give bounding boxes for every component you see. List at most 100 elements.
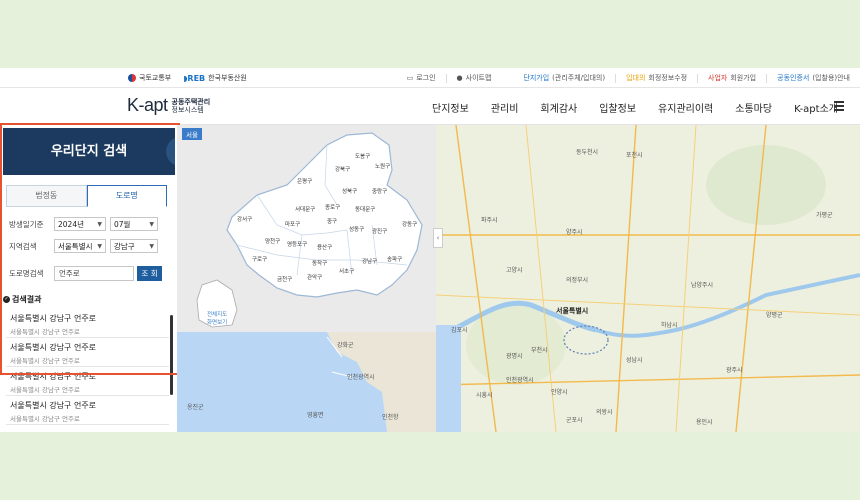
district-label[interactable]: 서초구 bbox=[339, 267, 354, 275]
nav-item[interactable]: 관리비 bbox=[491, 100, 519, 115]
mini-label2: 화면보기 bbox=[207, 320, 228, 326]
results-title: 검색결과 bbox=[12, 295, 42, 304]
region-row: 지역검색 서울특별시 ▼ 강남구 ▼ bbox=[9, 239, 162, 253]
resident-note: 회정정보수정 bbox=[648, 74, 688, 82]
list-item[interactable]: 서울특별시 강남구 언주로 서울특별시 강남구 언주로 bbox=[6, 396, 169, 425]
brand-sub: 공동주택관리 정보시스템 bbox=[172, 98, 211, 114]
collapse-panel-button[interactable]: ‹ bbox=[433, 228, 443, 248]
region-map[interactable]: 동두천시 포천시 파주시 양주시 의정부시 고양시 남양주시 김포시 서울특별시 하남시 인천광역시… bbox=[436, 125, 860, 432]
nav-item[interactable]: 유지관리이력 bbox=[658, 100, 713, 115]
reb-logo[interactable]: ◗REB 한국부동산원 bbox=[183, 73, 247, 83]
business-link[interactable]: 사업자 회원가입 bbox=[708, 73, 756, 83]
district-label[interactable]: 용산구 bbox=[317, 243, 332, 251]
month-select[interactable]: 07월 ▼ bbox=[110, 217, 158, 231]
sea-place-label: 옹진군 bbox=[187, 404, 204, 411]
district-label[interactable]: 동대문구 bbox=[355, 205, 375, 213]
login-link[interactable]: ▭ 로그인 bbox=[407, 73, 436, 83]
map-place-label: 광명시 bbox=[506, 353, 523, 360]
map-place-label: 시흥시 bbox=[476, 392, 493, 399]
city-select[interactable]: 서울특별시 ▼ bbox=[54, 239, 106, 253]
district-label[interactable]: 종로구 bbox=[325, 203, 340, 211]
brand-logo[interactable]: K-apt 공동주택관리 정보시스템 bbox=[127, 95, 210, 116]
nav-item[interactable]: 소통마당 bbox=[735, 100, 772, 115]
sea-place-label: 영흥면 bbox=[307, 412, 324, 419]
district-label[interactable]: 마포구 bbox=[285, 220, 300, 228]
business-note: 회원가입 bbox=[730, 74, 757, 82]
list-item[interactable]: 서울특별시 강남구 언주로 서울특별시 강남구 언주로 bbox=[6, 367, 169, 396]
chevron-down-icon: ▼ bbox=[149, 220, 154, 228]
district-label[interactable]: 영등포구 bbox=[287, 240, 307, 248]
cert-link[interactable]: 공동인증서 (입찰용)안내 bbox=[777, 73, 850, 83]
map-place-label: 남양주시 bbox=[691, 282, 714, 289]
district-select[interactable]: 강남구 ▼ bbox=[110, 239, 158, 253]
list-item[interactable]: 서울특별시 강남구 언주로 서울특별시 강남구 언주로 bbox=[6, 338, 169, 367]
district-label[interactable]: 노원구 bbox=[375, 162, 390, 170]
result-address: 서울특별시 강남구 언주로 bbox=[10, 343, 97, 352]
search-button[interactable]: 조 회 bbox=[137, 266, 162, 281]
district-label[interactable]: 구로구 bbox=[252, 255, 267, 263]
search-tabs: 법정동 도로명 bbox=[6, 185, 167, 207]
district-label[interactable]: 관악구 bbox=[307, 273, 322, 281]
tab-road-name[interactable]: 도로명 bbox=[86, 185, 167, 207]
chevron-down-icon: ▼ bbox=[97, 220, 102, 228]
map-place-label: 포천시 bbox=[626, 152, 643, 159]
divider bbox=[697, 73, 699, 83]
tab-legal-dong[interactable]: 법정동 bbox=[6, 185, 87, 207]
resident-label: 입대의 bbox=[626, 74, 646, 82]
district-label[interactable]: 서대문구 bbox=[295, 205, 315, 213]
district-label[interactable]: 양천구 bbox=[265, 237, 280, 245]
mini-map-label[interactable]: 전체지도 화면보기 bbox=[207, 310, 227, 326]
map-roads bbox=[436, 125, 860, 432]
resident-link[interactable]: 입대의 회정정보수정 bbox=[626, 73, 687, 83]
molit-logo[interactable]: 국토교통부 bbox=[128, 73, 171, 83]
nav-item[interactable]: K-apt소개 bbox=[794, 100, 838, 115]
district-label[interactable]: 강북구 bbox=[335, 165, 350, 173]
complex-join-link[interactable]: 단지가입 (관리주체/입대의) bbox=[523, 73, 605, 83]
year-row: 방생일기준 2024년 ▼ 07월 ▼ bbox=[9, 217, 162, 231]
district-label[interactable]: 강동구 bbox=[402, 220, 417, 228]
map-place-label: 군포시 bbox=[566, 417, 583, 424]
district-label[interactable]: 강남구 bbox=[362, 257, 377, 265]
panel-header: 우리단지 검색 bbox=[3, 128, 175, 175]
sitemap-label: 사이트맵 bbox=[465, 74, 492, 82]
map-place-label: 고양시 bbox=[506, 267, 523, 274]
district-label[interactable]: 도봉구 bbox=[355, 152, 370, 160]
brand-name: K-apt bbox=[127, 95, 168, 115]
district-label[interactable]: 성북구 bbox=[342, 187, 357, 195]
district-label[interactable]: 성동구 bbox=[349, 225, 364, 233]
list-item[interactable]: 서울특별시 강남구 언주로 서울특별시 강남구 언주로 bbox=[6, 309, 169, 338]
sea-place-label: 강화군 bbox=[337, 342, 354, 349]
region-label: 지역검색 bbox=[9, 241, 37, 251]
chevron-down-icon: ▼ bbox=[149, 242, 154, 250]
year-select[interactable]: 2024년 ▼ bbox=[54, 217, 106, 231]
district-label[interactable]: 강서구 bbox=[237, 215, 252, 223]
results-scrollbar[interactable] bbox=[170, 315, 173, 395]
hamburger-menu-icon[interactable] bbox=[834, 101, 844, 113]
nav-item[interactable]: 입찰정보 bbox=[599, 100, 636, 115]
district-label[interactable]: 광진구 bbox=[372, 227, 387, 235]
map-place-label: 김포시 bbox=[451, 327, 468, 334]
year-value: 2024년 bbox=[58, 219, 84, 229]
chevron-down-icon: ▼ bbox=[97, 242, 102, 250]
nav-item[interactable]: 회계감사 bbox=[540, 100, 577, 115]
year-label: 방생일기준 bbox=[9, 219, 44, 229]
district-value: 강남구 bbox=[114, 241, 135, 251]
incheon-sea-map[interactable]: 강화군 인천광역시 옹진군 영흥면 인천항 bbox=[177, 332, 436, 432]
district-label[interactable]: 은평구 bbox=[297, 177, 312, 185]
map-place-label: 안양시 bbox=[551, 389, 568, 396]
road-search-input[interactable]: 언주로 bbox=[54, 266, 134, 281]
sitemap-link[interactable]: ● 사이트맵 bbox=[457, 73, 492, 83]
map-place-label: 의왕시 bbox=[596, 409, 613, 416]
seoul-district-map[interactable]: 서울 도봉구 노원구 강북구 은평구 성북구 중랑구 종로구 동대문구 서대문구 마포구 중구 성동구… bbox=[177, 125, 436, 332]
map-place-label: 광주시 bbox=[726, 367, 743, 374]
district-label[interactable]: 금천구 bbox=[277, 275, 292, 283]
district-label[interactable]: 송파구 bbox=[387, 255, 402, 263]
nav-item[interactable]: 단지정보 bbox=[432, 100, 469, 115]
district-label[interactable]: 동작구 bbox=[312, 259, 327, 267]
search-panel: 우리단지 검색 법정동 도로명 방생일기준 2024년 ▼ 07월 ▼ 지역검색 서… bbox=[0, 125, 177, 432]
result-address: 서울특별시 강남구 언주로 bbox=[10, 314, 97, 323]
org1-label: 국토교통부 bbox=[139, 74, 172, 82]
district-label[interactable]: 중랑구 bbox=[372, 187, 387, 195]
result-sub: 서울특별시 강남구 언주로 bbox=[10, 415, 80, 423]
district-label[interactable]: 중구 bbox=[327, 217, 337, 225]
